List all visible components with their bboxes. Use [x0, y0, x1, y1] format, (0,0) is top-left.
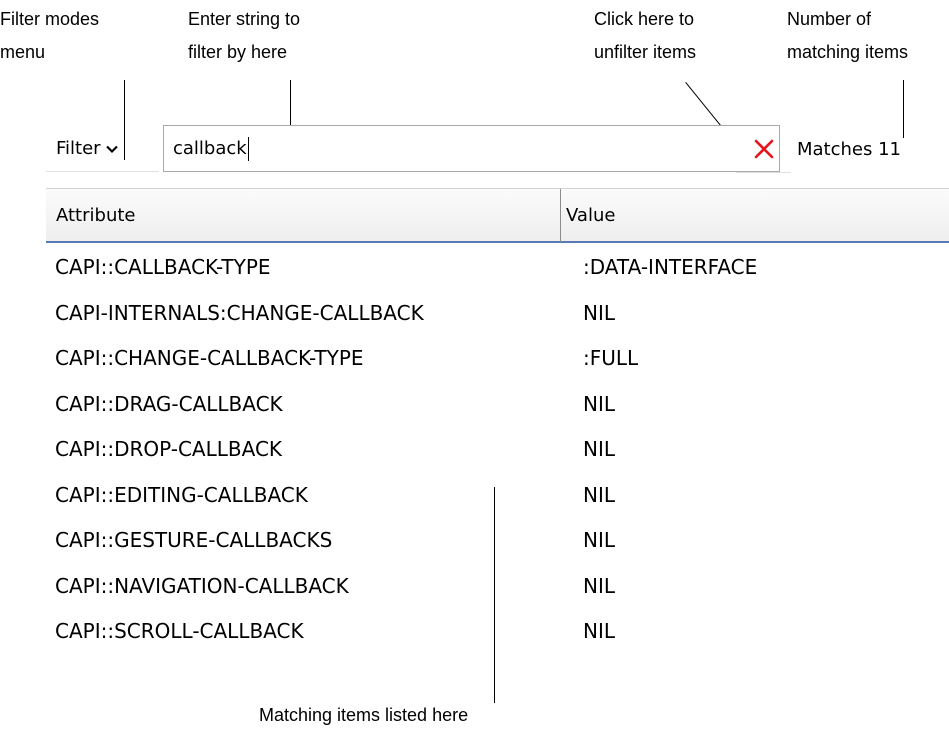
attribute-cell: CAPI::SCROLL-CALLBACK — [55, 619, 304, 643]
column-divider[interactable] — [560, 189, 561, 242]
value-cell: NIL — [583, 300, 616, 325]
annotation-line: Click here to — [594, 9, 695, 29]
table-header: Attribute Value — [46, 188, 949, 243]
annotation-number-matching: Number of matching items — [787, 3, 908, 69]
annotation-matching-listed: Matching items listed here — [259, 705, 469, 725]
table-row[interactable]: CAPI::DROP-CALLBACK NIL — [46, 428, 949, 474]
column-header-value[interactable]: Value — [566, 189, 615, 242]
table-row[interactable]: CAPI::NAVIGATION-CALLBACK NIL — [46, 565, 949, 611]
value-cell: NIL — [583, 528, 616, 552]
annotation-line: Enter string to — [188, 9, 301, 29]
value-cell: NIL — [583, 619, 616, 643]
clear-filter-button[interactable] — [736, 126, 791, 173]
matches-count: Matches 11 — [797, 138, 902, 160]
value-cell: NIL — [583, 437, 616, 461]
annotation-line: Number of — [787, 9, 872, 29]
attribute-cell: CAPI::CALLBACK-TYPE — [55, 255, 271, 279]
filter-input-value: callback — [173, 138, 247, 159]
table-row[interactable]: CAPI::CHANGE-CALLBACK-TYPE :FULL — [46, 337, 949, 383]
annotation-line: menu — [0, 42, 46, 62]
attribute-cell: CAPI::EDITING-CALLBACK — [55, 482, 308, 507]
attribute-cell: CAPI::DRAG-CALLBACK — [55, 391, 283, 416]
attribute-cell: CAPI::NAVIGATION-CALLBACK — [55, 573, 349, 598]
filter-modes-menu[interactable]: Filter — [46, 126, 159, 172]
value-cell: :DATA-INTERFACE — [583, 255, 758, 279]
table-row[interactable]: CAPI::EDITING-CALLBACK NIL — [46, 474, 949, 520]
annotation-line: Filter modes — [0, 9, 100, 29]
value-cell: NIL — [583, 482, 616, 507]
annotation-enter-string: Enter string to filter by here — [188, 3, 300, 69]
table-row[interactable]: CAPI::SCROLL-CALLBACK NIL — [46, 610, 949, 656]
value-cell: :FULL — [583, 346, 639, 370]
table-row[interactable]: CAPI-INTERNALS:CHANGE-CALLBACK NIL — [46, 292, 949, 338]
annotation-line: unfilter items — [594, 42, 697, 62]
annotation-line: matching items — [787, 42, 909, 62]
value-cell: NIL — [583, 391, 616, 416]
annotation-line: filter by here — [188, 42, 288, 62]
text-caret — [247, 136, 249, 161]
annotation-filter-modes: Filter modes menu — [0, 3, 99, 69]
annotation-unfilter: Click here to unfilter items — [594, 3, 696, 69]
column-header-attribute[interactable]: Attribute — [56, 189, 135, 242]
attribute-cell: CAPI::CHANGE-CALLBACK-TYPE — [55, 346, 364, 370]
table-row[interactable]: CAPI::GESTURE-CALLBACKS NIL — [46, 519, 949, 565]
matching-items-list: CAPI::CALLBACK-TYPE :DATA-INTERFACE CAPI… — [46, 246, 949, 656]
table-row[interactable]: CAPI::DRAG-CALLBACK NIL — [46, 383, 949, 429]
chevron-down-icon — [105, 145, 118, 153]
attribute-cell: CAPI::DROP-CALLBACK — [55, 437, 283, 461]
filter-input[interactable]: callback — [163, 125, 780, 172]
filter-toolbar: Filter callback Matches 11 — [46, 118, 949, 180]
value-cell: NIL — [583, 573, 616, 598]
table-row[interactable]: CAPI::CALLBACK-TYPE :DATA-INTERFACE — [46, 246, 949, 292]
attribute-cell: CAPI-INTERNALS:CHANGE-CALLBACK — [55, 300, 424, 325]
filter-menu-label: Filter — [56, 138, 101, 159]
close-icon — [754, 139, 773, 159]
attribute-cell: CAPI::GESTURE-CALLBACKS — [55, 528, 333, 552]
